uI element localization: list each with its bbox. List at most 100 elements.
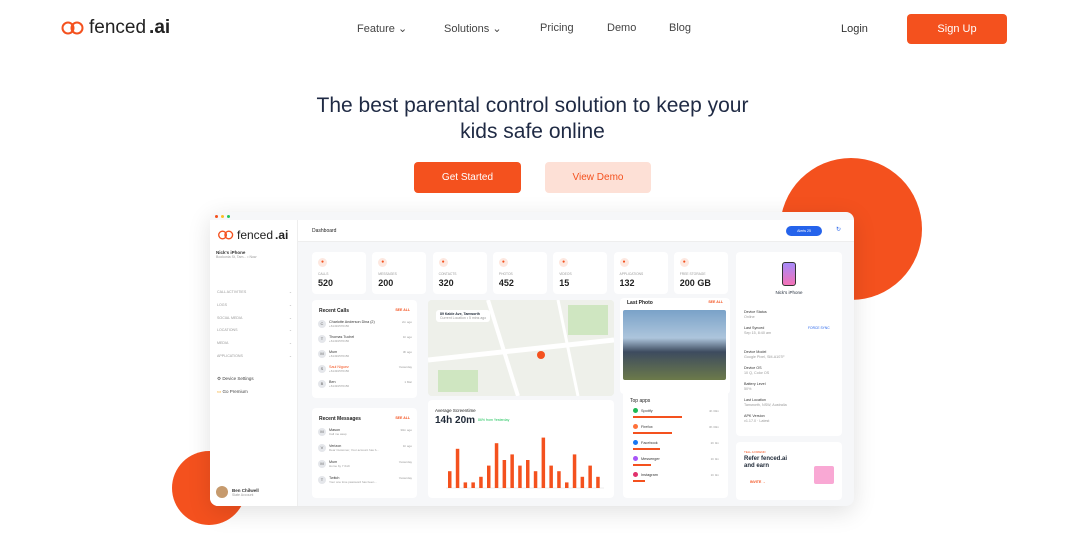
refer-card: TELL A FRIEND Refer fenced.ai and earn I… [736,442,842,500]
app-name: Spotify [641,408,653,413]
refer-line-1: Refer fenced.ai [744,456,788,462]
window-controls [215,215,230,218]
call-row[interactable]: B Ben +61491570156 1 Mar [318,380,412,388]
message-row[interactable]: V Verizon Dear Customer, Your account has … [318,444,412,452]
location-map[interactable]: 89 Kable Ave, Tamworth Current Location … [428,300,614,396]
menu-label: LOGS [217,302,227,307]
stat-value: 520 [318,278,334,288]
stat-card[interactable]: ● CONTACTS 320 [432,252,487,294]
premium-icon: ▭ [217,389,222,394]
brand-logo[interactable]: fenced .ai [60,17,170,39]
nav-demo[interactable]: Demo [607,22,669,35]
stat-card[interactable]: ● APPLICATIONS 132 [613,252,668,294]
stat-card[interactable]: ● FREE STORAGE 200 GB [673,252,728,294]
call-time: Yesterday [398,365,412,369]
last-photo-image[interactable] [623,310,726,380]
nav-solutions[interactable]: Solutions ⌄ [444,22,540,35]
app-row[interactable]: Facebook 2h 0m [633,440,719,445]
message-text: Twitch Your one time password has been... [329,476,377,484]
user-profile[interactable]: Ben Chilwell Slate Account [216,486,259,498]
get-started-button[interactable]: Get Started [414,162,521,193]
app-row[interactable]: Instagram 1h 0m [633,472,719,477]
app-time: 1h 0m [710,472,719,477]
call-row[interactable]: M Mum +61491570156 3h ago [318,350,412,358]
chart-bar [596,476,600,488]
fenced-logo-icon [61,21,84,35]
menu-media[interactable]: MEDIA ⌄ [217,337,292,350]
menu-applications[interactable]: APPLICATIONS ⌄ [217,350,292,363]
info-value: 10 Q, Color OS [744,371,770,375]
invite-link[interactable]: INVITE → [750,480,766,484]
chart-bar [494,443,499,488]
dashboard-topbar: Dashboard Alerts 25 ↻ [298,220,854,242]
go-premium-label: Go Premium [222,389,248,394]
nav-pricing[interactable]: Pricing [540,22,607,35]
signup-button[interactable]: Sign Up [907,14,1007,44]
menu-call-activities[interactable]: CALL ACTIVITIES ⌄ [217,286,292,299]
call-time: 3h ago [402,350,412,354]
stat-icon: ● [438,258,448,267]
card-title: Recent Messages [319,416,361,422]
refresh-icon[interactable]: ↻ [836,226,841,233]
app-row[interactable]: Messenger 1h 0m [633,456,719,461]
app-row[interactable]: Firefox 3h 30m [633,424,719,429]
menu-logs[interactable]: LOGS ⌄ [217,299,292,312]
device-selector[interactable]: Nick's iPhone Bookonia St, Tam... • Now [216,250,256,259]
stat-card[interactable]: ● PHOTOS 452 [492,252,547,294]
message-time: Yesterday [398,476,412,480]
login-link[interactable]: Login [841,23,868,35]
avatar: M [318,460,326,468]
info-value: Tamworth, NSW, Australia [744,403,787,407]
stat-value: 200 [378,278,394,288]
stat-icon: ● [679,258,689,267]
device-location: Bookonia St, Tam... • Now [216,255,257,259]
go-premium-link[interactable]: ▭ Go Premium [217,385,254,398]
device-panel-name: Nick's iPhone [775,290,803,295]
refer-tag: TELL A FRIEND [744,450,766,454]
message-row[interactable]: M Mason Call me asap 30m ago [318,428,412,436]
nav-blog[interactable]: Blog [669,22,691,35]
sidebar-menu: CALL ACTIVITIES ⌄ LOGS ⌄ SOCIAL MEDIA ⌄ LOC… [217,286,292,363]
app-icon [633,424,638,429]
stat-card[interactable]: ● VIDEOS 15 [553,252,608,294]
app-row[interactable]: Spotify 4h 30m [633,408,719,413]
avatar: C [318,320,326,328]
call-row[interactable]: S Saul Niguez +61491570156 Yesterday [318,365,412,373]
message-row[interactable]: M Mum Home by 7 tbch Yesterday [318,460,412,468]
app-name: Instagram [641,472,658,477]
call-time: 2m ago [401,320,412,324]
see-all-link[interactable]: SEE ALL [395,308,410,312]
chevron-down-icon: ⌄ [288,290,292,294]
menu-social-media[interactable]: SOCIAL MEDIA ⌄ [217,312,292,325]
chevron-down-icon: ⌄ [288,302,292,307]
map-park [438,370,478,392]
chevron-down-icon: ⌄ [288,328,292,333]
avatar: T [318,476,326,484]
view-demo-button[interactable]: View Demo [545,162,651,193]
call-number: +61491570156 [329,354,350,358]
menu-label: APPLICATIONS [217,353,243,358]
message-preview: Home by 7 tbch [329,464,351,468]
menu-locations[interactable]: LOCATIONS ⌄ [217,324,292,337]
device-settings-label: Device Settings [222,376,254,381]
call-row[interactable]: C Charlotte Anderson Dina (2) +61491570156… [318,320,412,328]
see-all-link[interactable]: SEE ALL [395,416,410,420]
alerts-badge[interactable]: Alerts 25 [786,226,822,236]
screentime-delta: 86% from Yesterday [478,418,510,422]
stat-card[interactable]: ● MESSAGES 200 [372,252,427,294]
call-number: +61491570156 [329,324,350,328]
top-apps-card: Top apps Spotify 4h 30m Firefox 3h 30m Faceb… [623,390,728,498]
message-row[interactable]: T Twitch Your one time password has been..… [318,476,412,484]
nav-feature[interactable]: Feature ⌄ [357,22,444,35]
stat-card[interactable]: ● CALLS 520 [312,252,366,294]
chart-bar [580,476,585,488]
chevron-down-icon: ⌄ [288,315,292,320]
device-settings-link[interactable]: ⚙ Device Settings [217,372,254,385]
chevron-down-icon: ⌄ [397,23,408,35]
call-row[interactable]: T Thomas Tuchel +61491570156 1h ago [318,335,412,343]
force-sync-button[interactable]: FORCE SYNC [808,326,830,330]
fenced-logo-icon [218,230,234,240]
card-title: Recent Calls [319,308,350,314]
menu-label: LOCATIONS [217,328,238,333]
see-all-link[interactable]: SEE ALL [708,300,723,304]
